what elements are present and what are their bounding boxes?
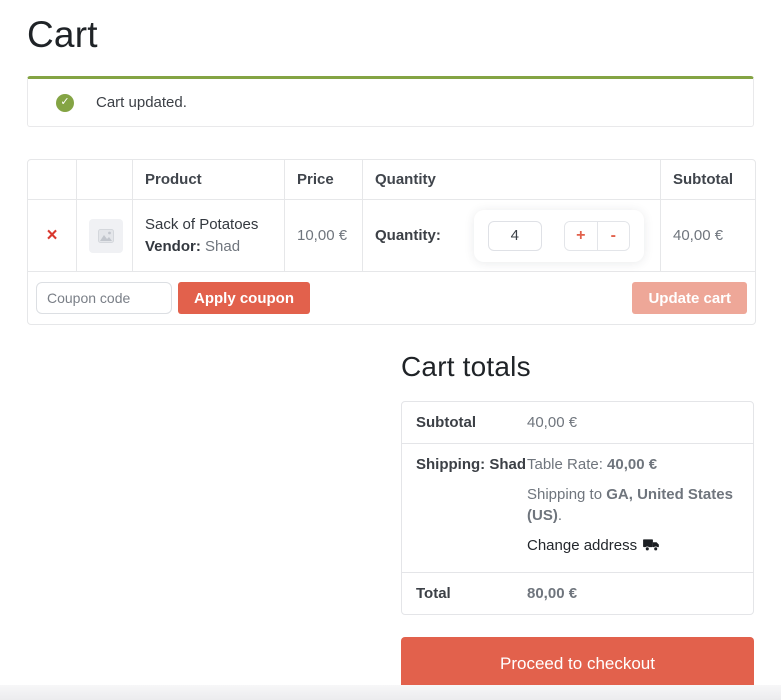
cart-totals-title: Cart totals xyxy=(401,351,531,382)
proceed-to-checkout-button[interactable]: Proceed to checkout xyxy=(401,637,754,691)
cart-page: Cart ✓ Cart updated. Product Price Quant… xyxy=(0,14,781,691)
quantity-decrease-button[interactable]: - xyxy=(596,221,629,250)
shipping-method-line: Table Rate: 40,00 € xyxy=(527,454,739,475)
truck-icon xyxy=(643,539,659,552)
change-address-line: Change address xyxy=(527,535,739,556)
quantity-widget: + - xyxy=(473,209,644,262)
change-address-link[interactable]: Change address xyxy=(527,537,637,554)
notice-text: Cart updated. xyxy=(96,94,187,111)
apply-coupon-button[interactable]: Apply coupon xyxy=(178,282,310,314)
product-price: 10,00 € xyxy=(284,200,362,272)
image-placeholder-icon xyxy=(98,228,114,243)
product-name[interactable]: Sack of Potatoes xyxy=(145,214,272,236)
remove-item-button[interactable]: × xyxy=(46,226,57,245)
column-header-thumbnail xyxy=(76,160,132,200)
vendor-name: Shad xyxy=(205,237,241,255)
footer-strip xyxy=(0,685,781,700)
subtotal-label: Subtotal xyxy=(416,414,476,431)
shipping-label: Shipping: Shad xyxy=(416,456,526,473)
subtotal-row: Subtotal 40,00 € xyxy=(402,402,753,444)
product-thumbnail[interactable] xyxy=(89,218,123,253)
cart-table: Product Price Quantity Subtotal × Sack o… xyxy=(27,159,756,325)
shipping-row: Shipping: Shad Table Rate: 40,00 € Shipp… xyxy=(402,444,753,573)
column-header-product: Product xyxy=(132,160,284,200)
shipping-method-amount: 40,00 € xyxy=(607,456,658,473)
total-label: Total xyxy=(416,585,451,602)
quantity-input[interactable] xyxy=(487,220,542,251)
cart-totals-section: Cart totals Subtotal 40,00 € Shipping: S… xyxy=(401,351,754,691)
column-header-quantity: Quantity xyxy=(362,160,660,200)
shipping-destination-prefix: Shipping to xyxy=(527,486,607,503)
cart-updated-notice: ✓ Cart updated. xyxy=(27,76,754,127)
column-header-subtotal: Subtotal xyxy=(660,160,755,200)
shipping-destination-suffix: . xyxy=(557,507,562,524)
vendor-line: Vendor: Shad xyxy=(145,236,272,258)
line-subtotal: 40,00 € xyxy=(660,200,755,272)
page-title: Cart xyxy=(27,14,98,55)
shipping-method-prefix: Table Rate: xyxy=(527,456,608,473)
check-circle-icon: ✓ xyxy=(56,93,74,112)
cart-item-row: × Sack of Potatoes Vendor: Shad 10,00 € … xyxy=(28,200,755,272)
quantity-increase-button[interactable]: + xyxy=(564,221,597,250)
quantity-stepper: + - xyxy=(563,220,630,251)
total-row: Total 80,00 € xyxy=(402,573,753,614)
vendor-label: Vendor: xyxy=(145,237,201,255)
update-cart-button[interactable]: Update cart xyxy=(632,282,747,314)
quantity-label: Quantity: xyxy=(375,227,441,244)
cart-totals-table: Subtotal 40,00 € Shipping: Shad Table Ra… xyxy=(401,401,754,615)
column-header-remove xyxy=(28,160,76,200)
column-header-price: Price xyxy=(284,160,362,200)
coupon-code-input[interactable] xyxy=(36,282,172,314)
cart-table-header-row: Product Price Quantity Subtotal xyxy=(28,160,755,200)
total-value: 80,00 € xyxy=(527,585,578,602)
cart-actions-row: Apply coupon Update cart xyxy=(28,272,755,324)
subtotal-value: 40,00 € xyxy=(527,414,578,431)
shipping-destination-line: Shipping to GA, United States (US). xyxy=(527,484,739,526)
